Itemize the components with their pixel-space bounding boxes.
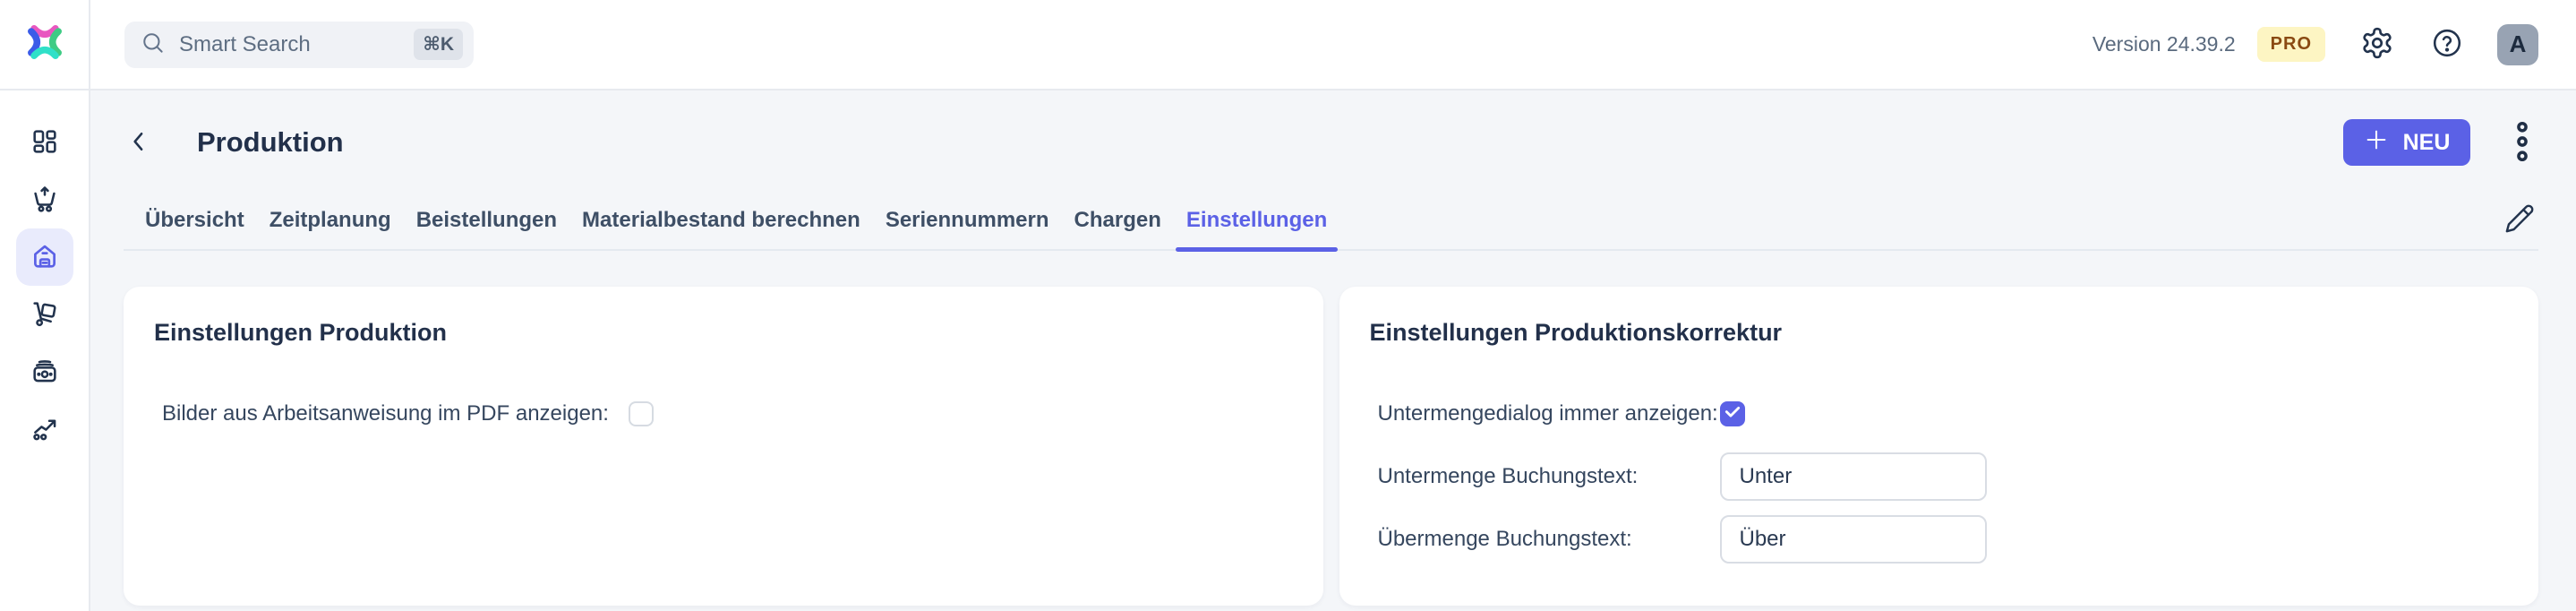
sidebar-item-finance[interactable] [16, 343, 73, 400]
pencil-icon [2504, 223, 2535, 237]
setting-label: Übermenge Buchungstext: [1378, 527, 1720, 552]
setting-label: Bilder aus Arbeitsanweisung im PDF anzei… [162, 401, 609, 426]
kebab-menu-icon [2514, 121, 2530, 165]
version-label: Version 24.39.2 [2092, 32, 2236, 56]
setting-row-uebermenge-buchungstext: Übermenge Buchungstext: [1378, 515, 2509, 564]
chevron-left-icon [125, 126, 152, 159]
page-header: Produktion NEU [124, 117, 2538, 168]
help-icon [2431, 27, 2463, 62]
kebab-menu-button[interactable] [2506, 121, 2538, 164]
sidebar-item-dashboard[interactable] [16, 114, 73, 171]
new-button[interactable]: NEU [2343, 119, 2470, 166]
tab-uebersicht[interactable]: Übersicht [133, 208, 257, 249]
tab-chargen[interactable]: Chargen [1062, 208, 1174, 249]
topbar: Smart Search ⌘K Version 24.39.2 PRO A [0, 0, 2576, 90]
search-input[interactable]: Smart Search ⌘K [124, 22, 474, 68]
settings-button[interactable] [2359, 27, 2395, 63]
setting-label: Untermengedialog immer anzeigen: [1378, 401, 1720, 426]
pro-badge: PRO [2257, 27, 2325, 62]
hand-truck-icon [30, 299, 59, 331]
tab-materialbestand-berechnen[interactable]: Materialbestand berechnen [569, 208, 873, 249]
untermenge-buchungstext-input[interactable] [1720, 452, 1987, 501]
checkbox-bilder-pdf[interactable] [629, 401, 654, 426]
brand-x-logo-icon [21, 19, 68, 70]
search-placeholder: Smart Search [179, 32, 414, 57]
setting-label: Untermenge Buchungstext: [1378, 464, 1720, 489]
money-banknote-icon [30, 357, 59, 388]
cart-upload-icon [30, 185, 59, 216]
uebermenge-buchungstext-input[interactable] [1720, 515, 1987, 564]
card-title: Einstellungen Produktion [154, 319, 1293, 347]
tab-zeitplanung[interactable]: Zeitplanung [257, 208, 404, 249]
setting-row-untermengedialog: Untermengedialog immer anzeigen: [1378, 390, 2509, 438]
main-content: Produktion NEU Übersicht Zeitplan [90, 90, 2576, 611]
card-einstellungen-produktion: Einstellungen Produktion Bilder aus Arbe… [124, 287, 1323, 606]
check-icon [1724, 403, 1742, 426]
tab-beistellungen[interactable]: Beistellungen [404, 208, 569, 249]
sidebar-item-procurement[interactable] [16, 171, 73, 228]
setting-row-pdf-bilder: Bilder aus Arbeitsanweisung im PDF anzei… [162, 390, 1293, 438]
checkbox-untermengedialog[interactable] [1720, 401, 1745, 426]
new-button-label: NEU [2403, 130, 2451, 156]
help-button[interactable] [2429, 27, 2465, 63]
trend-chart-icon [30, 414, 59, 445]
production-building-icon [30, 241, 60, 274]
search-icon [141, 30, 165, 59]
back-button[interactable] [124, 125, 154, 160]
edit-button[interactable] [2504, 203, 2538, 249]
search-shortcut-badge: ⌘K [414, 29, 463, 60]
page-title: Produktion [197, 126, 344, 159]
sidebar [0, 90, 90, 611]
sidebar-item-production[interactable] [16, 228, 73, 286]
card-title: Einstellungen Produktionskorrektur [1370, 319, 2509, 347]
sidebar-item-logistics[interactable] [16, 286, 73, 343]
tabs: Übersicht Zeitplanung Beistellungen Mate… [124, 203, 2538, 251]
dashboard-grid-icon [30, 127, 59, 159]
tab-seriennummern[interactable]: Seriennummern [873, 208, 1062, 249]
logo-cell [0, 0, 90, 89]
card-einstellungen-produktionskorrektur: Einstellungen Produktionskorrektur Unter… [1339, 287, 2539, 606]
avatar[interactable]: A [2497, 24, 2538, 65]
tab-einstellungen[interactable]: Einstellungen [1174, 208, 1339, 249]
sidebar-item-statistics[interactable] [16, 400, 73, 458]
plus-icon [2364, 127, 2389, 159]
gear-icon [2360, 26, 2394, 63]
setting-row-untermenge-buchungstext: Untermenge Buchungstext: [1378, 452, 2509, 501]
